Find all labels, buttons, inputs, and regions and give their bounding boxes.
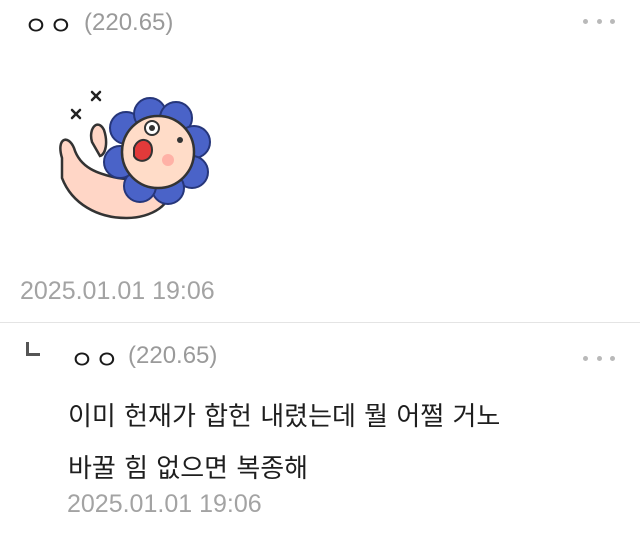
comment-line: 이미 헌재가 합헌 내렸는데 뭘 어쩔 거노 [68, 402, 501, 432]
more-dot-icon [596, 18, 602, 24]
more-dot-icon [596, 355, 602, 361]
comment-author[interactable]: ㅇㅇ [70, 340, 120, 377]
comment-timestamp: 2025.01.01 19:06 [67, 490, 262, 518]
comment-timestamp: 2025.01.01 19:06 [20, 277, 215, 305]
author-ip: (220.65) [84, 9, 174, 36]
more-dot-icon [583, 18, 588, 24]
more-dot-icon [610, 18, 615, 24]
reply-arrow-icon [26, 342, 42, 356]
more-options-button[interactable] [583, 353, 615, 363]
more-dot-icon [583, 355, 588, 361]
comment: ㅇㅇ (220.65) 2025.01.01 19:06 [0, 0, 640, 322]
author-ip: (220.65) [128, 342, 218, 369]
reply-comment: ㅇㅇ (220.65) 이미 헌재가 합헌 내렸는데 뭘 어쩔 거노 바꿀 힘 … [0, 323, 640, 538]
more-dot-icon [610, 355, 615, 361]
comment-author[interactable]: ㅇㅇ [24, 6, 74, 43]
more-options-button[interactable] [583, 16, 615, 26]
comment-line: 바꿀 힘 없으면 복종해 [68, 454, 309, 484]
fainted-lion-sticker-icon [59, 90, 211, 220]
comment-body: 이미 헌재가 합헌 내렸는데 뭘 어쩔 거노 바꿀 힘 없으면 복종해 [68, 391, 608, 495]
